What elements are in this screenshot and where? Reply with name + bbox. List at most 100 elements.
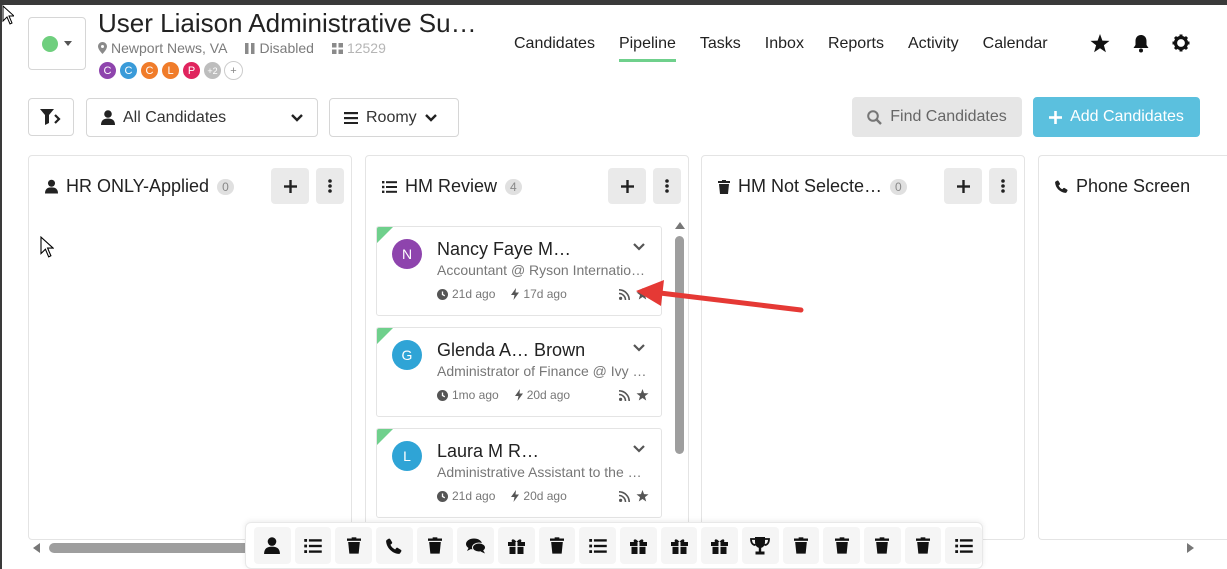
scroll-up-arrow[interactable] xyxy=(675,222,685,229)
job-title: User Liaison Administrative Su… xyxy=(98,8,477,38)
job-status-text: Disabled xyxy=(259,40,314,56)
created-time-text: 21d ago xyxy=(452,489,496,503)
stage-button[interactable] xyxy=(579,527,617,564)
tab-activity[interactable]: Activity xyxy=(896,34,971,62)
trash-icon xyxy=(834,537,849,554)
scroll-left-arrow[interactable] xyxy=(33,543,40,553)
tab-tasks[interactable]: Tasks xyxy=(688,34,753,62)
job-status-dropdown[interactable] xyxy=(28,17,86,70)
candidate-card[interactable]: N Nancy Faye M… Accountant @ Ryson Inter… xyxy=(376,226,662,316)
team-avatar[interactable]: P xyxy=(182,61,201,80)
column-scrollbar[interactable] xyxy=(675,236,684,454)
candidate-avatar: L xyxy=(392,441,422,471)
rss-icon[interactable] xyxy=(619,490,630,502)
chevron-down-icon[interactable] xyxy=(633,344,645,352)
stage-button[interactable] xyxy=(823,527,861,564)
rss-icon[interactable] xyxy=(619,288,630,300)
star-icon[interactable] xyxy=(636,288,649,300)
team-avatar[interactable]: C xyxy=(140,61,159,80)
pipeline-column: HM Review 4 N Nancy Faye M… Accountant @… xyxy=(365,155,689,540)
filter-toggle-button[interactable] xyxy=(28,98,74,136)
column-menu-button[interactable] xyxy=(316,168,344,204)
bell-icon[interactable] xyxy=(1132,34,1150,53)
add-to-column-button[interactable] xyxy=(608,168,646,204)
column-menu-button[interactable] xyxy=(989,168,1017,204)
gift-icon xyxy=(629,538,647,554)
candidate-filter-dropdown[interactable]: All Candidates xyxy=(86,98,318,137)
created-time-text: 21d ago xyxy=(452,287,496,301)
list-icon xyxy=(382,180,397,193)
trash-icon xyxy=(718,179,730,194)
new-indicator xyxy=(377,227,393,243)
list-icon xyxy=(955,538,973,553)
bolt-icon xyxy=(514,389,523,401)
team-avatar[interactable]: C xyxy=(98,61,117,80)
scroll-right-arrow[interactable] xyxy=(1187,543,1194,553)
tab-reports[interactable]: Reports xyxy=(816,34,896,62)
stage-navigation-bar xyxy=(245,522,983,569)
candidate-name[interactable]: Laura M R… xyxy=(437,441,539,462)
stage-button[interactable] xyxy=(620,527,657,564)
find-candidates-button[interactable]: Find Candidates xyxy=(852,97,1022,137)
clock-icon xyxy=(437,389,448,401)
chevron-down-icon xyxy=(291,113,303,122)
candidate-meta: 21d ago 20d ago xyxy=(437,489,567,503)
grid-icon xyxy=(331,42,343,54)
tab-pipeline[interactable]: Pipeline xyxy=(607,34,688,62)
view-mode-dropdown[interactable]: Roomy xyxy=(329,98,459,137)
stage-button[interactable] xyxy=(945,527,983,564)
more-team-badge[interactable]: +2 xyxy=(203,61,222,80)
star-icon[interactable] xyxy=(1090,34,1110,53)
stage-button[interactable] xyxy=(864,527,901,564)
list-icon xyxy=(588,538,607,553)
stage-button[interactable] xyxy=(782,527,820,564)
stage-button[interactable] xyxy=(294,527,332,564)
clock-icon xyxy=(437,288,448,300)
candidate-title: Administrator of Finance @ Ivy … xyxy=(437,363,647,379)
team-avatar[interactable]: C xyxy=(119,61,138,80)
stage-button[interactable] xyxy=(701,527,739,564)
phone-icon xyxy=(1055,180,1068,193)
activity-time-text: 17d ago xyxy=(523,287,567,301)
tab-calendar[interactable]: Calendar xyxy=(971,34,1060,62)
star-icon[interactable] xyxy=(636,490,649,502)
tab-candidates[interactable]: Candidates xyxy=(514,34,607,62)
candidate-name[interactable]: Nancy Faye M… xyxy=(437,239,571,260)
candidate-card[interactable]: L Laura M R… Administrative Assistant to… xyxy=(376,428,662,518)
column-title: Phone Screen xyxy=(1076,176,1191,196)
chevron-down-icon[interactable] xyxy=(633,243,645,251)
column-menu-button[interactable] xyxy=(653,168,681,204)
view-mode-label: Roomy xyxy=(366,108,417,126)
stage-button[interactable] xyxy=(457,527,495,564)
stage-button[interactable] xyxy=(376,527,413,564)
stage-button[interactable] xyxy=(498,527,535,564)
location: Newport News, VA xyxy=(98,40,227,56)
stage-button[interactable] xyxy=(742,527,779,564)
plus-icon xyxy=(283,179,297,193)
add-candidates-button[interactable]: Add Candidates xyxy=(1033,97,1200,137)
gear-icon[interactable] xyxy=(1172,34,1190,52)
pipeline-column: HR ONLY-Applied 0 xyxy=(28,155,352,540)
add-team-member-button[interactable]: + xyxy=(224,61,243,80)
rss-icon[interactable] xyxy=(619,389,630,401)
board-horizontal-scrollbar[interactable] xyxy=(49,543,259,553)
stage-button[interactable] xyxy=(904,527,942,564)
more-vertical-icon xyxy=(328,179,332,193)
stage-button[interactable] xyxy=(660,527,698,564)
star-icon[interactable] xyxy=(636,389,649,401)
candidate-card[interactable]: G Glenda A… Brown Administrator of Finan… xyxy=(376,327,662,417)
team-avatar[interactable]: L xyxy=(161,61,180,80)
tab-inbox[interactable]: Inbox xyxy=(753,34,816,62)
chevron-down-icon[interactable] xyxy=(633,445,645,453)
stage-button[interactable] xyxy=(416,527,454,564)
stage-button[interactable] xyxy=(538,527,576,564)
new-indicator xyxy=(377,429,393,445)
stage-button[interactable] xyxy=(335,527,373,564)
trash-icon xyxy=(346,537,361,554)
candidate-name[interactable]: Glenda A… Brown xyxy=(437,340,585,361)
add-to-column-button[interactable] xyxy=(944,168,982,204)
add-to-column-button[interactable] xyxy=(271,168,309,204)
plus-icon xyxy=(1049,110,1063,124)
activity-time: 20d ago xyxy=(511,489,567,503)
stage-button[interactable] xyxy=(254,527,291,564)
